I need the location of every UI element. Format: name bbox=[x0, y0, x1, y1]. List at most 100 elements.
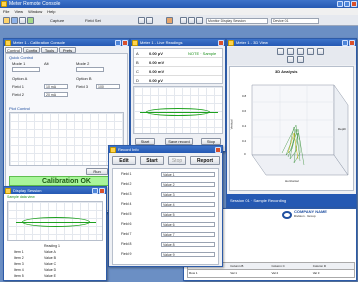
window-icon bbox=[132, 40, 138, 46]
y-axis-label: Vertical bbox=[229, 119, 234, 130]
plot3d-window: Meter 1 - 3D View 3D Analysis 0.8 0.6 0.… bbox=[226, 38, 357, 208]
maximize-button[interactable] bbox=[344, 1, 350, 7]
checkbox-a-label[interactable]: Option A bbox=[12, 76, 27, 81]
plot3d-close-button[interactable] bbox=[349, 40, 355, 46]
dialog-titlebar: Record Info bbox=[109, 146, 222, 153]
dialog-stop-button[interactable]: Stop bbox=[168, 156, 186, 165]
zoom-out-icon[interactable] bbox=[307, 48, 314, 55]
display-min-button[interactable] bbox=[92, 188, 98, 194]
menu-window[interactable]: Window bbox=[28, 8, 42, 15]
calibration-titlebar: Meter 1 - Calibration Console bbox=[4, 39, 129, 46]
refresh-icon[interactable] bbox=[27, 17, 34, 24]
reading-row: B 0.00 mV bbox=[134, 58, 222, 67]
settings-icon[interactable] bbox=[287, 56, 294, 63]
info-value: Value E bbox=[44, 274, 56, 278]
export-icon[interactable] bbox=[297, 56, 304, 63]
open-icon[interactable] bbox=[3, 17, 10, 24]
minimize-button[interactable] bbox=[337, 1, 343, 7]
dialog-field-value[interactable]: Value 1 bbox=[161, 172, 215, 177]
user-icon[interactable] bbox=[166, 17, 173, 24]
field-1-label: Field 1 bbox=[12, 84, 25, 89]
y-tick: 0 bbox=[244, 152, 246, 156]
field-1-value[interactable]: 10 mA bbox=[44, 84, 68, 89]
y-tick: 0.8 bbox=[242, 94, 247, 98]
toolbar-label-a[interactable]: Capture bbox=[50, 18, 64, 23]
menu-view[interactable]: View bbox=[14, 8, 23, 15]
status-combo-label[interactable]: Monitor Display Session bbox=[206, 18, 268, 24]
device-combo[interactable]: Device 01 bbox=[271, 18, 319, 24]
info-value: Value A bbox=[44, 250, 56, 254]
dialog-field-value[interactable]: Value 9 bbox=[161, 252, 215, 257]
zoom-in-icon[interactable] bbox=[297, 48, 304, 55]
display-titlebar: Display Session bbox=[4, 187, 106, 194]
y-tick: 0.6 bbox=[242, 109, 247, 113]
dialog-field-label: Field 2 bbox=[121, 182, 132, 186]
display-close-button[interactable] bbox=[99, 188, 105, 194]
info-label: Item 2 bbox=[14, 256, 24, 260]
reading-row: A 0.00 µV NOTE · Sample bbox=[134, 49, 222, 58]
option-a-label[interactable]: Mode 1 bbox=[12, 61, 25, 66]
dialog-close-button[interactable] bbox=[215, 147, 221, 153]
close-button[interactable] bbox=[351, 1, 357, 7]
option-b-label[interactable]: Mode 2 bbox=[76, 61, 89, 66]
run-button[interactable]: Run bbox=[86, 168, 108, 175]
dialog-field-value[interactable]: Value 5 bbox=[161, 212, 215, 217]
connect-icon[interactable] bbox=[138, 17, 145, 24]
dialog-start-button[interactable]: Start bbox=[140, 156, 164, 165]
menu-file[interactable]: File bbox=[3, 8, 9, 15]
readings-baseline bbox=[140, 112, 218, 113]
toolbar-label-b[interactable]: Field Set bbox=[85, 18, 101, 23]
option-b-field[interactable] bbox=[76, 67, 104, 72]
stop-button[interactable]: Stop bbox=[201, 138, 221, 145]
cal-close-button[interactable] bbox=[122, 40, 128, 46]
x-axis-label: Horizontal bbox=[285, 179, 299, 183]
field-2-value[interactable]: 20 mA bbox=[44, 92, 68, 97]
dialog-field-label: Field 6 bbox=[121, 222, 132, 226]
menu-help[interactable]: Help bbox=[47, 8, 55, 15]
display-plot bbox=[7, 201, 103, 241]
info-value: Value C bbox=[44, 262, 57, 266]
zoom-icon[interactable] bbox=[188, 17, 195, 24]
display-session-window: Display Session Sample data view Reading… bbox=[3, 186, 107, 281]
readings-title: Meter 1 - Live Readings bbox=[140, 40, 183, 45]
cal-min-button[interactable] bbox=[115, 40, 121, 46]
field-3-value[interactable]: 100 bbox=[96, 84, 120, 89]
info-value: Value B bbox=[44, 256, 56, 260]
dialog-field-value[interactable]: Value 2 bbox=[161, 182, 215, 187]
info-label: Item 4 bbox=[14, 268, 24, 272]
dialog-field-value[interactable]: Value 7 bbox=[161, 232, 215, 237]
edit-button[interactable]: Edit bbox=[112, 156, 136, 165]
dialog-field-value[interactable]: Value 6 bbox=[161, 222, 215, 227]
start-button[interactable]: Start bbox=[135, 138, 155, 145]
grid-icon[interactable] bbox=[180, 17, 187, 24]
field-2-label: Field 2 bbox=[12, 92, 25, 97]
reset-view-icon[interactable] bbox=[317, 48, 324, 55]
report-button[interactable]: Report bbox=[190, 156, 220, 165]
reading-value: 0.00 µV bbox=[149, 78, 163, 83]
dialog-field-value[interactable]: Value 8 bbox=[161, 242, 215, 247]
dialog-field-value[interactable]: Value 3 bbox=[161, 192, 215, 197]
window-icon bbox=[110, 147, 116, 153]
reading-value: 0.00 mV bbox=[149, 69, 165, 74]
dialog-field-value[interactable]: Value 4 bbox=[161, 202, 215, 207]
readings-titlebar: Meter 1 - Live Readings bbox=[131, 39, 225, 46]
readings-close-button[interactable] bbox=[218, 40, 224, 46]
pan-icon[interactable] bbox=[287, 48, 294, 55]
checkbox-b-label[interactable]: Option B bbox=[76, 76, 92, 81]
plot3d-canvas bbox=[251, 84, 349, 176]
option-a-field[interactable] bbox=[12, 67, 40, 72]
chart-icon[interactable] bbox=[196, 17, 203, 24]
option-c-label[interactable]: Alt bbox=[44, 61, 49, 66]
plot3d-min-button[interactable] bbox=[342, 40, 348, 46]
dialog-field-label: Field 4 bbox=[121, 202, 132, 206]
table-cell: Val 3 bbox=[312, 271, 320, 275]
print-icon[interactable] bbox=[19, 17, 26, 24]
save-record-button[interactable]: Save record bbox=[165, 138, 193, 145]
table-header: Column B bbox=[230, 264, 244, 268]
rotate-icon[interactable] bbox=[277, 48, 284, 55]
info-label: Item 5 bbox=[14, 274, 24, 278]
report-company: COMPANY NAME bbox=[294, 209, 327, 214]
graph-icon[interactable] bbox=[146, 17, 153, 24]
save-icon[interactable] bbox=[11, 17, 18, 24]
section-quick-control: Quick Control bbox=[9, 55, 34, 60]
